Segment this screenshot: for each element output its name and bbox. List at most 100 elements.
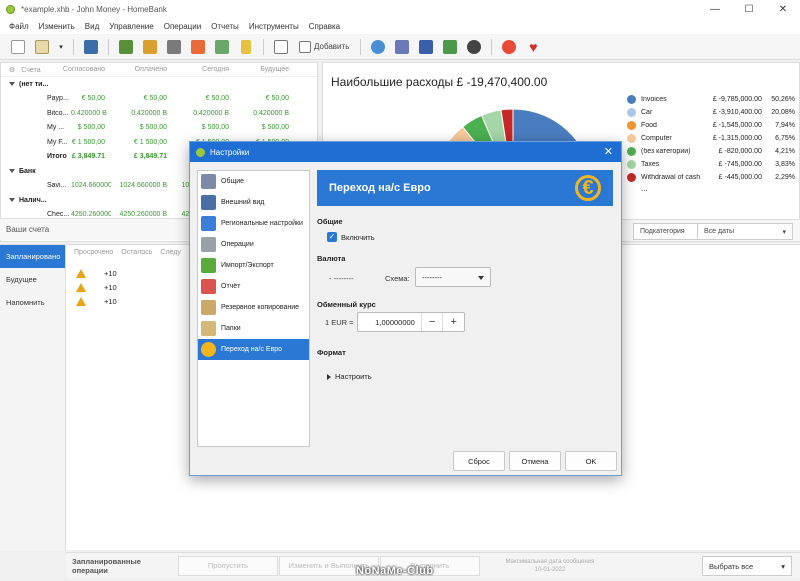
tab-future[interactable]: Будущее [0,268,65,291]
date-filter-select[interactable]: Все даты ▾ [697,223,793,240]
scheduled-row[interactable]: +10 [76,283,117,292]
manage-budget-button[interactable] [212,37,232,57]
preferences-dialog: Настройки ✕ Общие Внешний вид Региональные… [189,141,622,476]
menu-tools[interactable]: Инструменты [244,22,304,31]
report-vehicle-button[interactable] [464,37,484,57]
column-header-reconciled[interactable]: Согласовано [49,66,111,73]
window-controls: — ☐ ✕ [698,0,800,18]
settings-gear-icon[interactable]: ⚙ [9,67,15,74]
scheduled-row[interactable]: +10 [76,297,117,306]
report-balance-button[interactable] [440,37,460,57]
column-header-late[interactable]: Просрочено [74,249,113,256]
save-button[interactable] [81,37,101,57]
report-statistics-button[interactable] [368,37,388,57]
account-row[interactable]: Bitco... 0.420000 B 0.420000 B 0.420000 B 0.… [1,106,317,121]
column-header-cleared[interactable]: Оплачено [111,66,173,73]
account-row[interactable]: My ... $ 500,00 $ 500,00 $ 500,00 $ 500,00 [1,121,317,136]
report-budget-button[interactable] [416,37,436,57]
account-group-row[interactable]: (нет ти... [1,77,317,92]
nav-item-6[interactable]: Резервное копирование [198,297,309,318]
menu-transactions[interactable]: Операции [159,22,206,31]
exchange-rate-value[interactable]: 1,00000000 [358,318,421,327]
donate-button[interactable]: ♥ [523,37,543,57]
account-balance-cell: 1024.660000 B [119,182,168,190]
help-button[interactable] [499,37,519,57]
open-register-button[interactable] [271,37,291,57]
nav-item-1[interactable]: Внешний вид [198,192,309,213]
new-file-button[interactable] [8,37,28,57]
euro-settings-page: Переход на/с Евро € Общие ✓ Включить Вал… [317,170,613,440]
nav-item-7[interactable]: Папки [198,318,309,339]
expander-arrow-icon[interactable] [9,81,15,86]
enable-checkbox[interactable]: ✓ Включить [327,232,375,242]
maximize-button[interactable]: ☐ [732,0,766,18]
column-header-remaining[interactable]: Осталось [121,249,152,256]
scheme-value: -------- [422,272,442,282]
legend-item[interactable]: Food £ -1,545,000.00 7,94% [627,119,795,132]
tab-remind[interactable]: Напомнить [0,291,65,314]
menu-reports[interactable]: Отчеты [206,22,244,31]
nav-item-5[interactable]: Отчёт [198,276,309,297]
expander-arrow-icon[interactable] [9,168,15,173]
open-file-button[interactable] [32,37,52,57]
manage-scheduled-button[interactable] [188,37,208,57]
nav-item-3[interactable]: Операции [198,234,309,255]
menu-view[interactable]: Вид [80,22,104,31]
legend-item[interactable]: Withdrawal of cash £ -445,000.00 2,29% [627,171,795,184]
column-header-today[interactable]: Сегодня [173,66,235,73]
homebank-app-icon [196,147,205,157]
cancel-button[interactable]: Отмена [509,451,561,471]
manage-payees-button[interactable] [140,37,160,57]
heart-icon: ♥ [529,38,538,55]
title-bar: *example.xhb - John Money - HomeBank — ☐… [0,0,800,18]
nav-item-2[interactable]: Региональные настройки [198,213,309,234]
scheme-select[interactable]: -------- [415,267,491,287]
category-filter-select[interactable]: Подкатегория [633,223,701,240]
exchange-rate-spinner[interactable]: 1,00000000 − + [357,312,465,332]
assistant-button[interactable] [236,37,256,57]
add-transaction-button[interactable]: Добавить [295,40,353,53]
menu-file[interactable]: Файл [4,22,34,31]
close-dialog-button[interactable]: ✕ [604,145,613,158]
account-row[interactable]: Payp... € 50,00 € 50,00 € 50,00 € 50,00 [1,92,317,107]
toolbar-separator [360,38,362,55]
menu-help[interactable]: Справка [304,22,345,31]
close-window-button[interactable]: ✕ [766,0,800,18]
legend-item[interactable]: Taxes £ -745,000.00 3,83% [627,158,795,171]
scheduled-row[interactable]: +10 [76,269,117,278]
report-trend-button[interactable] [392,37,412,57]
account-name: Итого [1,153,71,160]
nav-item-0[interactable]: Общие [198,171,309,192]
column-header-accounts[interactable]: ⚙ Счета [1,66,49,74]
decrement-button[interactable]: − [420,313,443,331]
menu-manage[interactable]: Управление [104,22,158,31]
expander-arrow-icon[interactable] [9,197,15,202]
minimize-button[interactable]: — [698,0,732,18]
legend-item[interactable]: Computer £ -1,315,000.00 6,75% [627,132,795,145]
tab-scheduled[interactable]: Запланировано [0,245,65,268]
legend-item[interactable]: Car £ -3,910,400.00 20,08% [627,106,795,119]
euro-icon: € [575,175,601,201]
increment-button[interactable]: + [442,313,464,331]
currency-section-label: Валюта [317,254,346,263]
legend-item[interactable]: Invoices £ -9,785,000.00 50,26% [627,93,795,106]
skip-button[interactable]: Пропустить [178,555,278,576]
legend-category: Invoices [641,96,667,103]
nav-item-8[interactable]: Переход на/с Евро [198,339,309,360]
select-all-dropdown[interactable]: Выбрать все ▾ [702,556,792,576]
legend-percent: 3,83% [775,161,795,168]
nav-item-4[interactable]: Импорт/Экспорт [198,255,309,276]
format-expander[interactable]: Настроить [327,372,372,381]
menu-edit[interactable]: Изменить [34,22,80,31]
manage-accounts-button[interactable] [116,37,136,57]
column-header-future[interactable]: Будущее [235,66,295,73]
open-dropdown-button[interactable]: ▾ [56,37,66,57]
ok-button[interactable]: OK [565,451,617,471]
chevron-down-icon: ▾ [781,561,785,571]
reset-button[interactable]: Сброс [453,451,505,471]
account-balance-cell: € 1 500,00 [71,138,105,146]
manage-categories-button[interactable] [164,37,184,57]
account-name: (нет ти... [1,81,49,88]
column-header-next[interactable]: Следу [160,249,180,256]
legend-item[interactable]: (без категории) £ -820,000.00 4,21% [627,145,795,158]
